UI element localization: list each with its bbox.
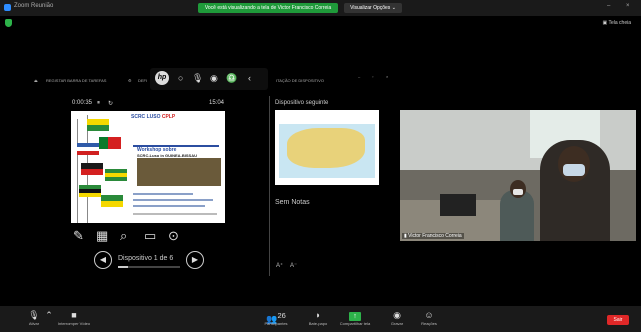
magnifier-icon[interactable]: ⌕	[120, 228, 127, 244]
reactions-label: Reações	[421, 321, 437, 326]
participant-video[interactable]	[400, 110, 636, 241]
circle-icon[interactable]: ○	[178, 73, 183, 83]
record-icon: ◉	[393, 310, 401, 320]
flag-pole	[77, 119, 78, 223]
presenter-minimize-button[interactable]: –	[358, 74, 360, 79]
slide-logos	[133, 213, 217, 215]
fullscreen-button[interactable]: ▣ Tela cheia	[602, 20, 631, 26]
slide-header-line1: SCRC	[131, 114, 146, 120]
pause-icon[interactable]: ⏸	[97, 100, 100, 107]
microphone-muted-icon: 🎙	[28, 310, 40, 320]
pen-icon[interactable]: ✎	[73, 228, 84, 244]
hp-toolbar: hp ○ 🎙 ◉ ♎ ‹	[150, 68, 268, 90]
chat-button[interactable]: ◗ Bate-papo	[305, 310, 331, 326]
chevron-up-icon: ⌃	[45, 310, 53, 320]
reactions-button[interactable]: ☺ Reações	[416, 310, 442, 326]
slide-photo	[137, 158, 221, 186]
record-label: Gravar	[390, 321, 404, 326]
slide-counter: Dispositivo 1 de 6	[118, 255, 174, 262]
more-options-icon[interactable]: ⊙	[168, 228, 179, 244]
reset-icon[interactable]: ↻	[108, 100, 113, 107]
grid-icon[interactable]: ▦	[96, 228, 108, 244]
next-slide-label: Dispositivo seguinte	[275, 100, 329, 106]
flag-cape-verde	[77, 143, 99, 155]
screen-share-banner: Você está visualizando a tela de Victor …	[198, 3, 338, 13]
minimize-button[interactable]: –	[607, 3, 610, 9]
title-bar: Zoom Reunião Você está visualizando a te…	[0, 0, 641, 16]
participant-name: Victor Francisco Correia	[408, 233, 462, 239]
divider	[269, 96, 270, 276]
flag-brazil	[101, 195, 123, 207]
next-slide	[275, 110, 379, 185]
current-slide: SCRC LUSO CPLP Workshop sobre SCRC-Luso …	[71, 111, 225, 223]
slide-header: SCRC LUSO CPLP	[131, 114, 221, 134]
previous-slide-button[interactable]: ◀	[94, 251, 112, 269]
hp-logo-icon: hp	[155, 71, 169, 85]
define-label[interactable]: DEFI	[138, 78, 147, 83]
view-options-button[interactable]: Visualizar Opções ⌄	[344, 3, 402, 13]
subtitles-icon[interactable]: ▭	[144, 228, 156, 244]
person-background-mask	[513, 189, 523, 195]
participant-name-tag: ▮ Victor Francisco Correia	[402, 233, 464, 239]
flag-guinea-bissau	[87, 119, 109, 131]
chat-label: Bate-papo	[308, 321, 328, 326]
share-screen-icon: ↑	[349, 312, 361, 321]
close-button[interactable]: ×	[626, 3, 630, 9]
video-camera-icon: ■	[71, 310, 77, 320]
smiley-icon: ☺	[424, 310, 434, 320]
next-slide-button[interactable]: ▶	[186, 251, 204, 269]
video-button[interactable]: ■ Interromper Vídeo	[54, 310, 94, 326]
share-screen-icon-wrap: ↑	[333, 310, 377, 321]
presentation-clock: 15:04	[209, 100, 225, 106]
slide-limit-label[interactable]: ITAÇÃO DE DISPOSITIVO	[276, 78, 324, 83]
presentation-timer: 0:00:35	[72, 100, 93, 106]
video-monitor	[440, 194, 476, 216]
speaker-notes: Sem Notas	[275, 199, 310, 206]
participants-label: Participantes	[264, 321, 288, 326]
font-decrease-button[interactable]: A⁻	[290, 262, 297, 269]
flag-mozambique	[79, 185, 101, 197]
slide-header-line3: CPLP	[161, 114, 176, 120]
zoom-app-icon	[4, 4, 11, 11]
chat-icon: ◗	[315, 310, 321, 320]
register-taskbar-label[interactable]: REGISTAR BARRA DE TAREFAS	[46, 78, 106, 83]
audio-options-chevron[interactable]: ⌃	[45, 310, 53, 321]
audio-button[interactable]: 🎙 Ativar	[24, 310, 44, 326]
record-button[interactable]: ◉ Gravar	[386, 310, 408, 326]
bell-icon[interactable]: ♎	[226, 73, 237, 84]
microphone-icon[interactable]: 🎙	[192, 73, 203, 84]
slide-text-line	[133, 193, 193, 195]
font-increase-button[interactable]: A⁺	[276, 262, 283, 269]
participants-count: 26	[277, 311, 286, 320]
slide-text-line	[133, 205, 205, 207]
settings-icon: ⚙	[128, 78, 132, 83]
taskbar-icon: ⏏	[34, 78, 38, 83]
presenter-close-button[interactable]: ×	[386, 74, 388, 79]
slide-progress	[118, 266, 180, 268]
flag-portugal	[99, 137, 121, 149]
participants-icon: 👥26	[266, 311, 286, 324]
person-foreground-mask	[563, 164, 585, 176]
flag-sao-tome	[105, 169, 127, 181]
chevron-left-icon[interactable]: ‹	[248, 73, 251, 83]
window-title: Zoom Reunião	[14, 3, 54, 9]
share-label: Compartilhar tela	[339, 321, 371, 326]
slide-progress-fill	[118, 266, 129, 268]
record-icon[interactable]: ◉	[210, 73, 218, 84]
slide-header-line2: LUSO	[146, 114, 161, 120]
video-label: Interromper Vídeo	[57, 321, 91, 326]
security-shield-icon[interactable]	[5, 19, 12, 27]
slide-text-line	[133, 199, 213, 201]
flag-angola	[81, 163, 103, 175]
leave-meeting-button[interactable]: Sair	[607, 315, 629, 325]
share-screen-button[interactable]: ↑ Compartilhar tela	[333, 310, 377, 326]
presenter-restore-button[interactable]: ▫	[372, 74, 373, 79]
audio-label: Ativar	[28, 321, 40, 326]
map-land	[287, 128, 365, 168]
participants-button[interactable]: 👥26 Participantes	[258, 310, 294, 326]
